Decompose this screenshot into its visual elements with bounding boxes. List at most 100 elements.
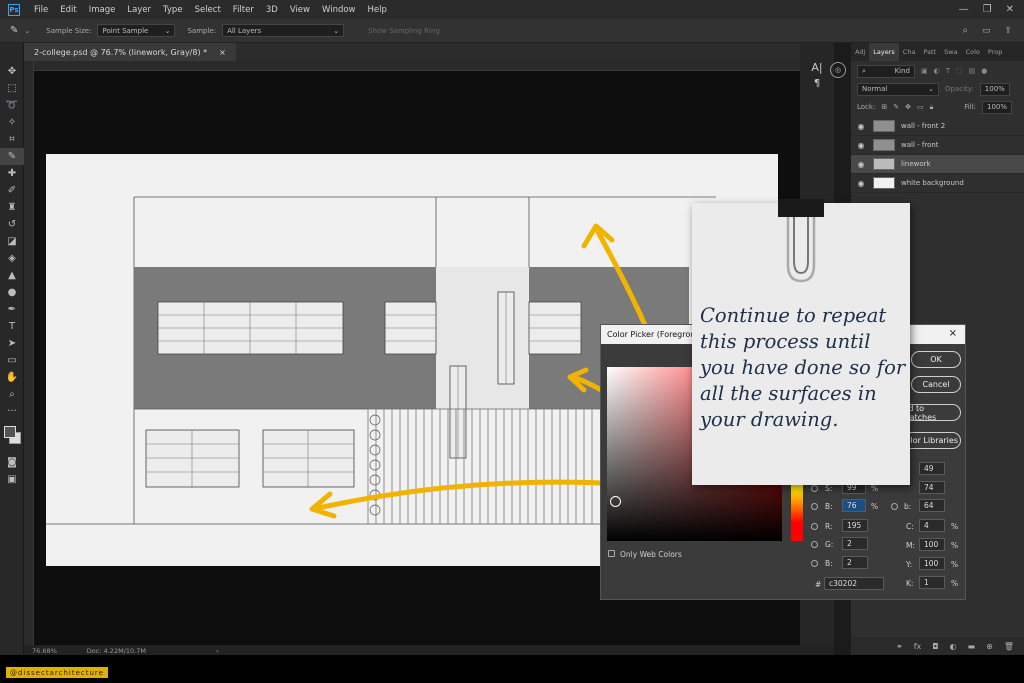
bottom-strip — [0, 655, 1024, 683]
lock-transparent-icon[interactable]: ⊞ — [881, 103, 887, 111]
m-percent: % — [951, 541, 959, 550]
s-radio[interactable] — [811, 485, 818, 492]
blue-field[interactable]: 2 — [842, 556, 868, 569]
tab-swatches[interactable]: Swa — [940, 48, 961, 56]
g-radio[interactable] — [811, 541, 818, 548]
blend-mode-value: Normal — [862, 85, 888, 93]
layer-thumbnail — [873, 139, 895, 151]
fill-field[interactable]: 100% — [982, 100, 1012, 114]
layer-thumbnail — [873, 177, 895, 189]
layer-thumbnail — [873, 120, 895, 132]
hex-hash: # — [815, 580, 822, 589]
only-web-colors-checkbox[interactable] — [608, 550, 615, 557]
k-field[interactable]: 1 — [919, 576, 945, 589]
new-layer-icon[interactable]: ⊕ — [986, 642, 993, 651]
lock-all-icon[interactable]: 🔒︎ — [930, 103, 934, 112]
visibility-eye-icon[interactable]: ◉ — [851, 122, 871, 131]
ok-button[interactable]: OK — [911, 351, 961, 368]
opacity-field[interactable]: 100% — [979, 82, 1010, 96]
r-field[interactable]: 195 — [842, 519, 868, 532]
r-radio[interactable] — [811, 523, 818, 530]
layer-style-icon[interactable]: fx — [914, 642, 922, 651]
fill-label: Fill: — [964, 103, 976, 111]
add-mask-icon[interactable]: ◘ — [932, 642, 938, 651]
tab-layers[interactable]: Layers — [869, 43, 899, 61]
m-label: M: — [906, 541, 915, 550]
libraries-icon[interactable]: ◎ — [830, 62, 846, 78]
chevron-down-icon: ⌄ — [928, 85, 934, 93]
b-radio[interactable] — [811, 503, 818, 510]
tab-adjustments[interactable]: Adj — [851, 48, 869, 56]
credit-label: @dissectarchitecture — [6, 667, 108, 678]
color-field-marker[interactable] — [610, 496, 621, 507]
y-percent: % — [951, 560, 959, 569]
c-percent: % — [951, 522, 959, 531]
a-field[interactable]: 74 — [919, 481, 945, 494]
blue-radio[interactable] — [811, 560, 818, 567]
close-icon[interactable]: × — [949, 328, 957, 339]
layer-row[interactable]: ◉ white background — [851, 174, 1024, 193]
tab-properties[interactable]: Prop — [984, 48, 1006, 56]
lab-b-label: b: — [904, 502, 912, 511]
only-web-colors-label: Only Web Colors — [620, 550, 682, 559]
c-field[interactable]: 4 — [919, 519, 945, 532]
new-group-icon[interactable]: ▬ — [968, 642, 976, 651]
filter-smart-icon[interactable]: ▤ — [969, 67, 976, 75]
b-label: B: — [825, 502, 833, 511]
delete-layer-icon[interactable]: 🗑︎ — [1004, 642, 1014, 651]
g-field[interactable]: 2 — [842, 537, 868, 550]
instruction-note-card: Continue to repeat this process until yo… — [692, 199, 910, 485]
filter-shape-icon[interactable]: ⬚ — [956, 67, 963, 75]
foreground-color-swatch[interactable] — [4, 426, 16, 438]
fill-value: 100% — [987, 103, 1008, 111]
filter-pixel-icon[interactable]: ▣ — [921, 67, 928, 75]
paragraph-panel-icon[interactable]: ¶ — [800, 78, 834, 89]
character-panel-icon[interactable]: A| — [800, 61, 834, 74]
tab-patterns[interactable]: Patt — [919, 48, 940, 56]
chevron-right-icon[interactable]: › — [216, 647, 219, 655]
cancel-button[interactable]: Cancel — [911, 376, 961, 393]
lab-b-field[interactable]: 64 — [919, 499, 945, 512]
adjustment-layer-icon[interactable]: ◐ — [950, 642, 957, 651]
opacity-label: Opacity: — [945, 85, 974, 93]
y-field[interactable]: 100 — [919, 557, 945, 570]
layer-name: white background — [901, 179, 964, 187]
k-percent: % — [951, 579, 959, 588]
s-label: S: — [825, 484, 833, 493]
filter-toggle-icon[interactable]: ● — [981, 67, 987, 75]
r-label: R: — [825, 522, 833, 531]
lock-position-icon[interactable]: ✥ — [905, 103, 911, 111]
g-label: G: — [825, 540, 834, 549]
s-percent: % — [871, 484, 879, 493]
layer-row-selected[interactable]: ◉ linework — [851, 155, 1024, 174]
blend-mode-select[interactable]: Normal ⌄ — [857, 82, 939, 96]
b-field[interactable]: 76 — [842, 499, 866, 512]
panel-tabs: Adj Layers Cha Patt Swa Colo Prop — [851, 43, 1024, 61]
lab-b-radio[interactable] — [891, 503, 898, 510]
note-text: Continue to repeat this process until yo… — [700, 304, 906, 431]
b-percent: % — [871, 502, 879, 511]
zoom-level[interactable]: 76.68% — [32, 647, 57, 655]
layer-name: wall - front 2 — [901, 122, 946, 130]
opacity-value: 100% — [984, 85, 1005, 93]
m-field[interactable]: 100 — [919, 538, 945, 551]
tab-channels[interactable]: Cha — [899, 48, 920, 56]
layer-name: linework — [901, 160, 931, 168]
filter-adjustment-icon[interactable]: ◐ — [934, 67, 940, 75]
l-field[interactable]: 49 — [919, 462, 945, 475]
layer-row[interactable]: ◉ wall - front 2 — [851, 117, 1024, 136]
layer-row[interactable]: ◉ wall - front — [851, 136, 1024, 155]
lock-artboard-icon[interactable]: ▭ — [917, 103, 924, 111]
visibility-eye-icon[interactable]: ◉ — [851, 179, 871, 188]
k-label: K: — [906, 579, 914, 588]
filter-kind-select[interactable]: ⌕ Kind — [857, 64, 915, 78]
hue-slider[interactable] — [791, 485, 803, 541]
layer-name: wall - front — [901, 141, 939, 149]
visibility-eye-icon[interactable]: ◉ — [851, 160, 871, 169]
lock-image-icon[interactable]: ✎ — [893, 103, 899, 111]
hex-field[interactable]: c30202 — [824, 577, 884, 590]
link-layers-icon[interactable]: ⚭ — [896, 642, 903, 651]
filter-type-icon[interactable]: T — [946, 67, 950, 75]
tab-color[interactable]: Colo — [962, 48, 984, 56]
visibility-eye-icon[interactable]: ◉ — [851, 141, 871, 150]
